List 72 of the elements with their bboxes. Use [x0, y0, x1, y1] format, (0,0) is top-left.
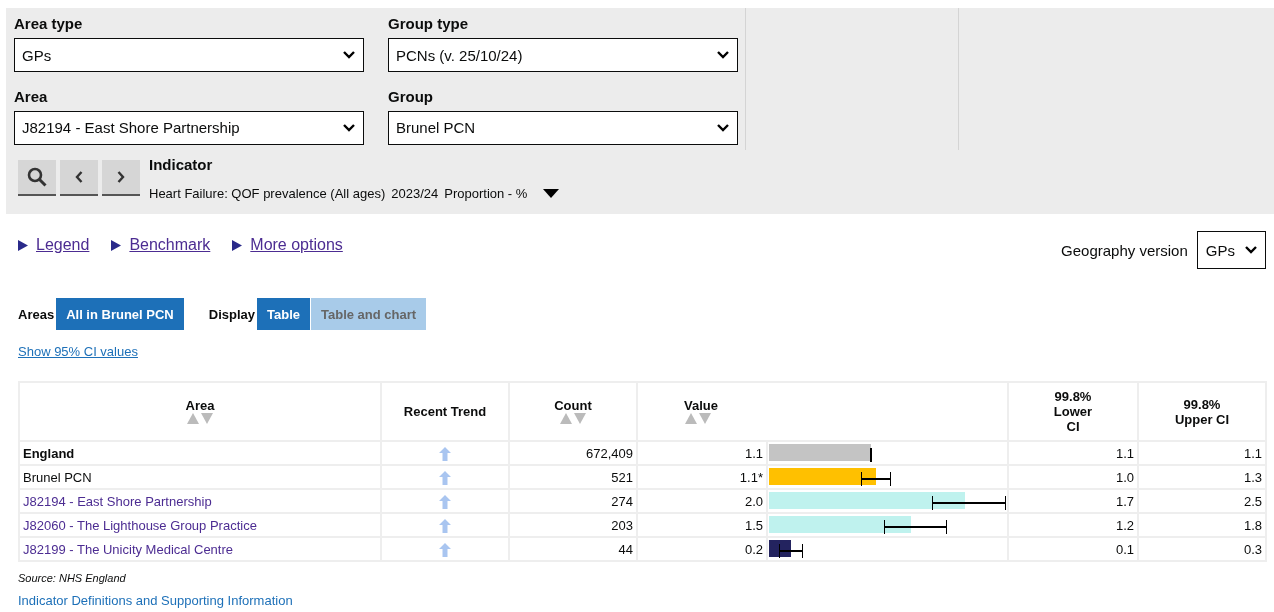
chevron-left-icon — [75, 171, 83, 183]
column-header: 99.8% Upper CI — [1174, 396, 1230, 427]
table-cell: 44 — [618, 541, 633, 557]
arrow-up-icon — [439, 519, 451, 533]
chevron-down-icon — [717, 51, 729, 59]
table-cell: 1.1* — [739, 469, 763, 485]
dropdown[interactable]: J82194 - East Shore Partnership — [14, 110, 364, 145]
dropdown[interactable]: Brunel PCN — [388, 110, 738, 145]
field-label: Area — [14, 87, 49, 105]
table-cell: 0.1 — [1115, 541, 1134, 557]
table-cell: 672,409 — [586, 445, 633, 461]
table-cell: 1.1 — [744, 445, 763, 461]
table-cell: 1.8 — [1243, 517, 1262, 533]
next-button[interactable] — [102, 160, 140, 196]
column-header: Recent Trend — [403, 404, 487, 419]
triangle-right-icon — [18, 239, 28, 251]
previous-button[interactable] — [60, 160, 98, 196]
chevron-down-icon — [717, 123, 729, 132]
table-cell: 2.0 — [744, 493, 763, 509]
column-header[interactable]: Count — [554, 398, 592, 413]
geography-label: Geography version — [1061, 241, 1188, 259]
toggle-option[interactable]: Table — [257, 298, 310, 330]
table-cell: 1.7 — [1115, 493, 1134, 509]
arrow-up-icon — [439, 495, 451, 509]
dropdown[interactable]: GPs — [14, 38, 364, 72]
triangle-right-icon — [232, 239, 243, 251]
table-cell: 0.3 — [1243, 541, 1262, 557]
column-header[interactable]: Value — [684, 398, 718, 413]
chevron-down-icon — [1245, 246, 1257, 254]
chevron-down-icon — [343, 123, 355, 132]
search-icon — [27, 167, 47, 187]
table-cell: 1.1 — [1243, 445, 1262, 461]
search-button[interactable] — [18, 160, 56, 196]
disclosure-link[interactable]: Legend — [18, 236, 90, 254]
arrow-up-icon — [439, 471, 451, 485]
indicator-unit: Proportion - % — [444, 186, 528, 201]
chevron-down-icon — [343, 51, 355, 59]
disclosure-link[interactable]: Benchmark — [111, 236, 211, 254]
source-note: Source: NHS England — [18, 572, 127, 584]
toggle-option[interactable]: All in Brunel PCN — [56, 298, 184, 330]
geography-dropdown[interactable]: GPs — [1196, 231, 1266, 269]
disclosure-link[interactable]: More options — [232, 236, 343, 254]
table-cell: 2.5 — [1243, 493, 1262, 509]
area-name: Brunel PCN — [23, 469, 92, 485]
field-label: Group — [388, 87, 434, 105]
table-cell: 521 — [611, 469, 633, 485]
table-cell: 274 — [611, 493, 633, 509]
arrow-up-icon — [439, 543, 451, 557]
arrow-up-icon — [439, 447, 451, 461]
definitions-link[interactable]: Indicator Definitions and Supporting Information — [18, 593, 293, 608]
column-header[interactable]: Area — [185, 398, 215, 413]
column-header: 99.8% Lower CI — [1052, 389, 1094, 434]
table-cell: 1.1 — [1115, 445, 1134, 461]
table-cell: 203 — [611, 517, 633, 533]
table-cell: 0.2 — [744, 541, 763, 557]
ci-link[interactable]: Show 95% CI values — [18, 344, 138, 359]
table-cell: 1.3 — [1243, 469, 1262, 485]
chevron-right-icon — [117, 171, 125, 183]
caret-down-icon[interactable] — [543, 189, 560, 198]
indicator-label: Indicator — [149, 156, 214, 173]
area-name: England — [23, 445, 75, 461]
table-cell: 1.0 — [1115, 469, 1134, 485]
toggle-label: Display — [208, 306, 255, 322]
triangle-right-icon — [111, 239, 122, 251]
table-cell: 1.5 — [744, 517, 763, 533]
table-cell: 1.2 — [1115, 517, 1134, 533]
indicator-name: Heart Failure: QOF prevalence (All ages) — [149, 186, 386, 201]
field-label: Area type — [14, 15, 84, 32]
toggle-label: Areas — [18, 306, 55, 322]
field-label: Group type — [388, 15, 469, 32]
dropdown[interactable]: PCNs (v. 25/10/24) — [388, 38, 738, 72]
indicator-period: 2023/24 — [391, 186, 439, 201]
